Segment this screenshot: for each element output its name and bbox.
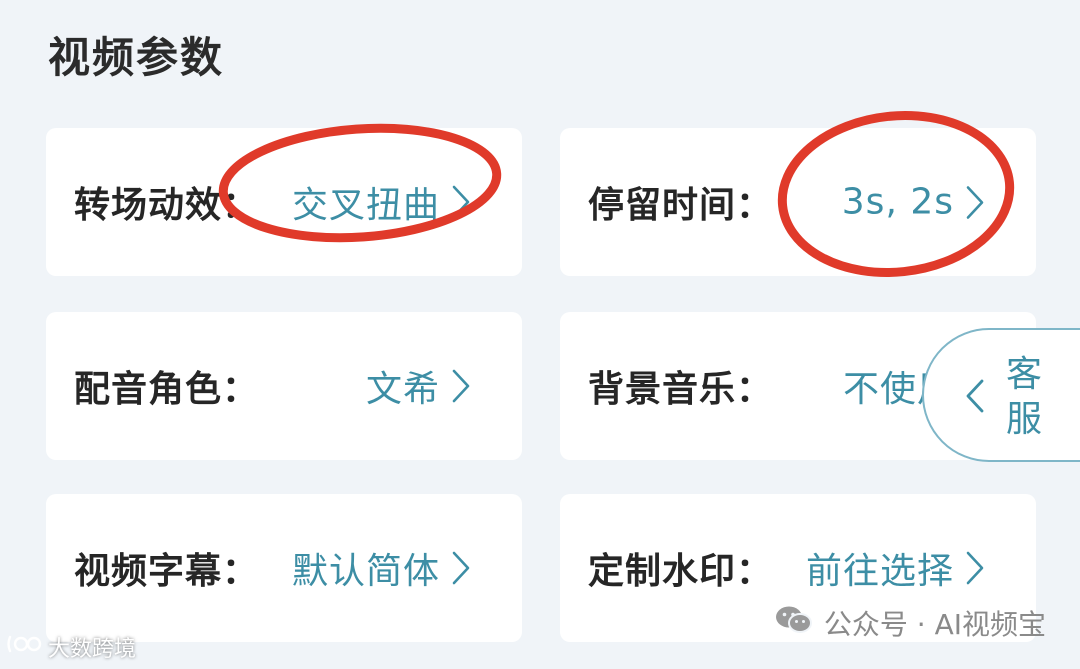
setting-voice-role[interactable]: 配音角色： 文希 — [46, 312, 522, 460]
video-params-page: 视频参数 转场动效： 交叉扭曲 停留时间： 3s, 2s 配音角色： 文希 背景… — [0, 0, 1080, 669]
setting-label: 转场动效： — [74, 185, 260, 226]
setting-label: 背景音乐： — [588, 369, 774, 410]
setting-value-group: 默认简体 — [292, 542, 472, 594]
wechat-watermark-text: 公众号 · AI视频宝 — [823, 608, 1046, 641]
brand-logo-icon — [6, 633, 44, 661]
corner-watermark: 大数跨境 — [6, 631, 136, 663]
customer-service-button[interactable]: 客服 — [922, 328, 1080, 462]
wechat-icon — [774, 604, 814, 643]
setting-value-group: 交叉扭曲 — [292, 176, 472, 228]
setting-value: 默认简体 — [291, 551, 440, 592]
section-title: 视频参数 — [48, 33, 225, 82]
wechat-watermark: 公众号 · AI视频宝 — [774, 603, 1046, 643]
setting-value-group: 3s, 2s — [842, 182, 986, 223]
setting-label: 视频字幕： — [74, 551, 260, 592]
chevron-right-icon — [964, 550, 986, 586]
customer-service-label: 客服 — [1006, 354, 1043, 440]
setting-value: 前往选择 — [805, 551, 954, 592]
chevron-right-icon — [450, 550, 472, 586]
setting-label: 配音角色： — [74, 369, 260, 410]
setting-value: 文希 — [365, 369, 440, 410]
chevron-right-icon — [964, 184, 986, 220]
chevron-left-icon — [964, 378, 986, 418]
chevron-right-icon — [450, 368, 472, 404]
setting-stay-duration[interactable]: 停留时间： 3s, 2s — [560, 128, 1036, 276]
setting-value: 交叉扭曲 — [291, 185, 440, 226]
setting-video-subtitle[interactable]: 视频字幕： 默认简体 — [46, 494, 522, 642]
setting-transition-effect[interactable]: 转场动效： 交叉扭曲 — [46, 128, 522, 276]
setting-value: 3s, 2s — [841, 181, 954, 223]
setting-value-group: 前往选择 — [806, 542, 986, 594]
corner-watermark-text: 大数跨境 — [48, 637, 137, 662]
setting-label: 停留时间： — [588, 185, 774, 226]
setting-value-group: 文希 — [366, 360, 472, 412]
setting-label: 定制水印： — [588, 551, 774, 592]
chevron-right-icon — [450, 184, 472, 220]
